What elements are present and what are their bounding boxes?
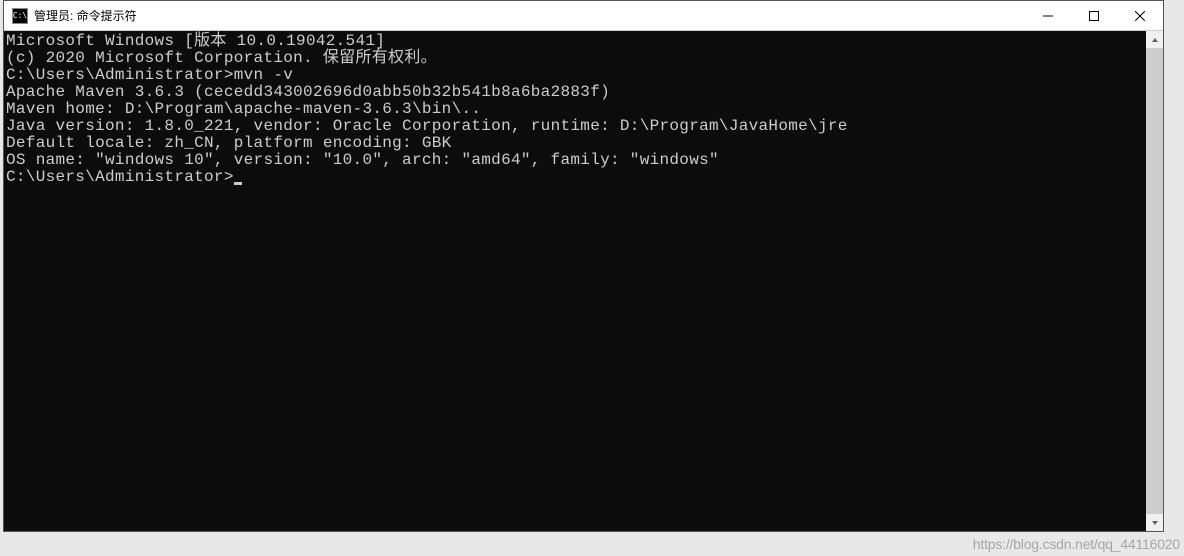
terminal-line: Default locale: zh_CN, platform encoding… bbox=[6, 135, 1146, 152]
watermark-text: https://blog.csdn.net/qq_44116020 bbox=[973, 536, 1180, 552]
scroll-down-button[interactable] bbox=[1146, 514, 1163, 531]
scrollbar-thumb[interactable] bbox=[1146, 48, 1163, 514]
scroll-up-button[interactable] bbox=[1146, 31, 1163, 48]
terminal-output[interactable]: Microsoft Windows [版本 10.0.19042.541](c)… bbox=[4, 31, 1146, 531]
app-icon: C:\ bbox=[12, 8, 28, 24]
terminal-line: (c) 2020 Microsoft Corporation. 保留所有权利。 bbox=[6, 50, 1146, 67]
terminal-line: Java version: 1.8.0_221, vendor: Oracle … bbox=[6, 118, 1146, 135]
window-controls bbox=[1025, 1, 1163, 30]
terminal-line: Apache Maven 3.6.3 (cecedd343002696d0abb… bbox=[6, 84, 1146, 101]
close-button[interactable] bbox=[1117, 1, 1163, 30]
titlebar[interactable]: C:\ 管理员: 命令提示符 bbox=[4, 1, 1163, 31]
window-title: 管理员: 命令提示符 bbox=[34, 7, 1025, 24]
terminal-area: Microsoft Windows [版本 10.0.19042.541](c)… bbox=[4, 31, 1163, 531]
terminal-prompt-line: C:\Users\Administrator>mvn -v bbox=[6, 67, 1146, 84]
terminal-prompt-line: C:\Users\Administrator> bbox=[6, 169, 1146, 186]
terminal-prompt: C:\Users\Administrator> bbox=[6, 168, 234, 186]
cmd-window: C:\ 管理员: 命令提示符 Microsoft Windows [版本 10.… bbox=[3, 0, 1164, 532]
terminal-line: Maven home: D:\Program\apache-maven-3.6.… bbox=[6, 101, 1146, 118]
terminal-line: Microsoft Windows [版本 10.0.19042.541] bbox=[6, 33, 1146, 50]
minimize-button[interactable] bbox=[1025, 1, 1071, 30]
terminal-line: OS name: "windows 10", version: "10.0", … bbox=[6, 152, 1146, 169]
vertical-scrollbar[interactable] bbox=[1146, 31, 1163, 531]
cursor bbox=[234, 182, 242, 185]
maximize-button[interactable] bbox=[1071, 1, 1117, 30]
scrollbar-track[interactable] bbox=[1146, 48, 1163, 514]
